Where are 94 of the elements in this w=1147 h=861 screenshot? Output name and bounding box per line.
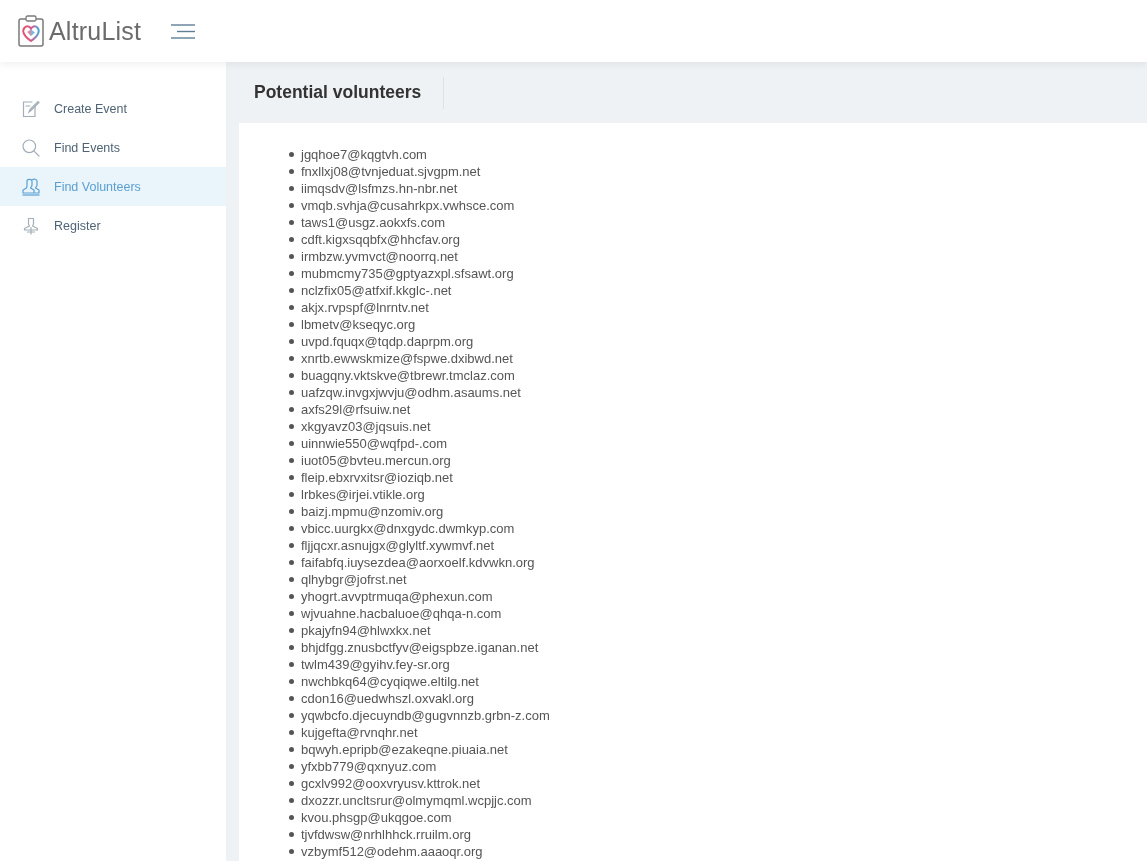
bullet-icon	[289, 356, 294, 361]
user-plus-icon	[22, 216, 40, 235]
email-text: wjvuahne.hacbaluoe@qhqa-n.com	[301, 606, 502, 621]
email-text: nclzfix05@atfxif.kkglc-.net	[301, 283, 452, 298]
email-text: cdft.kigxsqqbfx@hhcfav.org	[301, 232, 460, 247]
email-text: vbicc.uurgkx@dnxgydc.dwmkyp.com	[301, 521, 515, 536]
bullet-icon	[289, 492, 294, 497]
email-text: gcxlv992@ooxvryusv.kttrok.net	[301, 776, 481, 791]
bullet-icon	[289, 798, 294, 803]
sidebar-item[interactable]: Register	[0, 206, 226, 245]
bullet-icon	[289, 322, 294, 327]
bullet-icon	[289, 815, 294, 820]
email-text: vzbymf512@odehm.aaaoqr.org	[301, 844, 483, 859]
email-text: pkajyfn94@hlwxkx.net	[301, 623, 431, 638]
email-text: fleip.ebxrvxitsr@ioziqb.net	[301, 470, 453, 485]
email-text: nwchbkq64@cyqiqwe.eltilg.net	[301, 674, 479, 689]
email-text: taws1@usgz.aokxfs.com	[301, 215, 445, 230]
bullet-icon	[289, 594, 294, 599]
email-text: xnrtb.ewwskmize@fspwe.dxibwd.net	[301, 351, 513, 366]
email-text: kujgefta@rvnqhr.net	[301, 725, 418, 740]
email-text: jgqhoe7@kqgtvh.com	[301, 147, 427, 162]
bullet-icon	[289, 220, 294, 225]
email-text: iuot05@bvteu.mercun.org	[301, 453, 451, 468]
bullet-icon	[289, 832, 294, 837]
bullet-icon	[289, 186, 294, 191]
bullet-icon	[289, 747, 294, 752]
email-text: iimqsdv@lsfmzs.hn-nbr.net	[301, 181, 458, 196]
email-text: faifabfq.iuysezdea@aorxoelf.kdvwkn.org	[301, 555, 535, 570]
bullet-icon	[289, 203, 294, 208]
email-text: dxozzr.uncltsrur@olmymqml.wcpjjc.com	[301, 793, 532, 808]
bullet-icon	[289, 475, 294, 480]
email-text: yhogrt.avvptrmuqa@phexun.com	[301, 589, 493, 604]
email-text: lrbkes@irjei.vtikle.org	[301, 487, 425, 502]
bullet-icon	[289, 781, 294, 786]
edit-note-icon	[22, 99, 40, 118]
email-text: yqwbcfo.djecuyndb@gugvnnzb.grbn-z.com	[301, 708, 550, 723]
bullet-icon	[289, 305, 294, 310]
bullet-icon	[289, 730, 294, 735]
bullet-icon	[289, 611, 294, 616]
bullet-icon	[289, 237, 294, 242]
email-text: qlhybgr@jofrst.net	[301, 572, 407, 587]
bullet-icon	[289, 339, 294, 344]
bullet-icon	[289, 662, 294, 667]
email-text: uvpd.fquqx@tqdp.daprpm.org	[301, 334, 474, 349]
bullet-icon	[289, 560, 294, 565]
bullet-icon	[289, 424, 294, 429]
sidebar-item[interactable]: Create Event	[0, 89, 226, 128]
bullet-icon	[289, 407, 294, 412]
bullet-icon	[289, 849, 294, 854]
email-text: uinnwie550@wqfpd-.com	[301, 436, 448, 451]
email-text: mubmcmy735@gptyazxpl.sfsawt.org	[301, 266, 514, 281]
email-text: buagqny.vktskve@tbrewr.tmclaz.com	[301, 368, 515, 383]
bullet-icon	[289, 254, 294, 259]
bullet-icon	[289, 373, 294, 378]
email-text: kvou.phsgp@ukqgoe.com	[301, 810, 452, 825]
search-icon	[22, 138, 40, 157]
email-text: fljjqcxr.asnujgx@glyltf.xywmvf.net	[301, 538, 495, 553]
bullet-icon	[289, 458, 294, 463]
email-text: akjx.rvpspf@lnrntv.net	[301, 300, 429, 315]
bullet-icon	[289, 441, 294, 446]
email-text: vmqb.svhja@cusahrkpx.vwhsce.com	[301, 198, 515, 213]
bullet-icon	[289, 288, 294, 293]
email-text: yfxbb779@qxnyuz.com	[301, 759, 437, 774]
bullet-icon	[289, 526, 294, 531]
sidebar-item[interactable]: Find Events	[0, 128, 226, 167]
bullet-icon	[289, 509, 294, 514]
bullet-icon	[289, 696, 294, 701]
email-text: cdon16@uedwhszl.oxvakl.org	[301, 691, 474, 706]
email-text: axfs29l@rfsuiw.net	[301, 402, 411, 417]
email-text: uafzqw.invgxjwvju@odhm.asaums.net	[301, 385, 521, 400]
bullet-icon	[289, 628, 294, 633]
email-text: tjvfdwsw@nrhlhhck.rruilm.org	[301, 827, 471, 842]
bullet-icon	[289, 713, 294, 718]
bullet-icon	[289, 577, 294, 582]
bullet-icon	[289, 543, 294, 548]
people-icon	[22, 177, 40, 196]
bullet-icon	[289, 169, 294, 174]
email-text: bqwyh.epripb@ezakeqne.piuaia.net	[301, 742, 508, 757]
email-text: bhjdfgg.znusbctfyv@eigspbze.iganan.net	[301, 640, 539, 655]
bullet-icon	[289, 271, 294, 276]
bullet-icon	[289, 645, 294, 650]
bullet-icon	[289, 152, 294, 157]
email-text: fnxllxj08@tvnjeduat.sjvgpm.net	[301, 164, 481, 179]
bullet-icon	[289, 390, 294, 395]
bullet-icon	[289, 764, 294, 769]
page-title: Potential volunteers	[254, 82, 422, 103]
brand-name: AltruList	[49, 16, 142, 46]
bullet-icon	[289, 679, 294, 684]
menu-icon[interactable]	[171, 23, 196, 39]
email-text: irmbzw.yvmvct@noorrq.net	[301, 249, 458, 264]
email-text: baizj.mpmu@nzomiv.org	[301, 504, 444, 519]
email-text: lbmetv@kseqyc.org	[301, 317, 416, 332]
email-text: twlm439@gyihv.fey-sr.org	[301, 657, 450, 672]
email-text: xkgyavz03@jqsuis.net	[301, 419, 431, 434]
